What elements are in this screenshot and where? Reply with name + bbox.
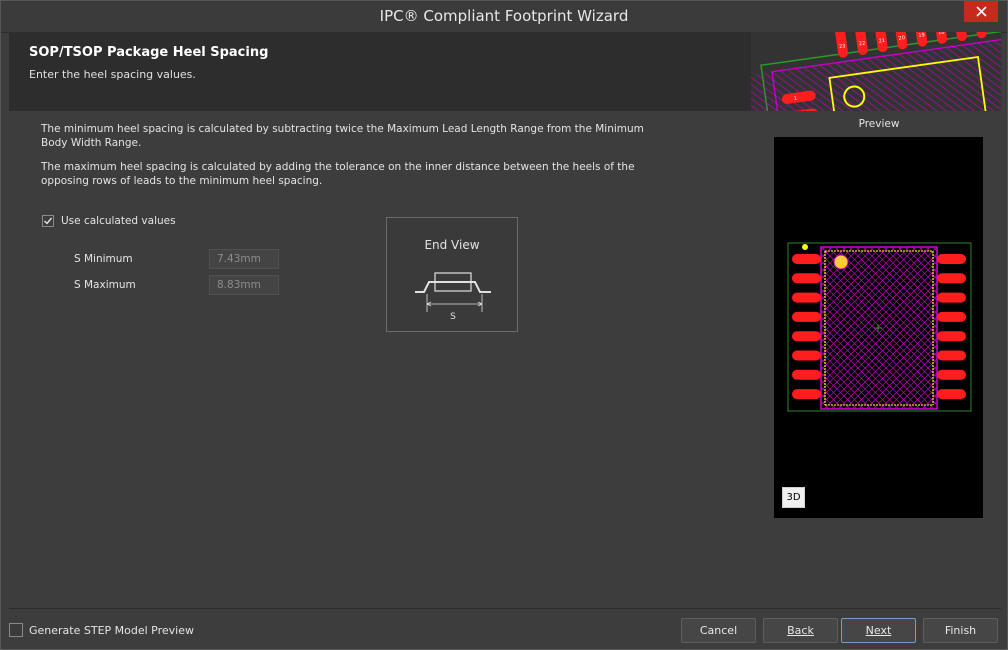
back-button[interactable]: Back <box>763 618 838 643</box>
right-pad <box>937 350 966 361</box>
use-calculated-label: Use calculated values <box>61 215 176 227</box>
right-pad <box>937 311 966 322</box>
right-pad <box>937 331 966 342</box>
art-pad-label: 22 <box>859 41 866 48</box>
wizard-content: The minimum heel spacing is calculated b… <box>9 111 1001 609</box>
s-minimum-label: S Minimum <box>74 253 133 265</box>
preview-label: Preview <box>858 118 900 130</box>
right-pad <box>937 254 966 264</box>
left-pad <box>792 273 821 284</box>
cancel-button-label: Cancel <box>699 624 738 637</box>
s-maximum-input[interactable]: 8.83mm <box>209 275 279 295</box>
left-pad <box>792 389 821 400</box>
step-preview-checkbox[interactable] <box>9 623 23 637</box>
left-pad <box>792 331 821 342</box>
preview-canvas[interactable]: 3D <box>774 137 983 518</box>
cancel-button[interactable]: Cancel <box>681 618 756 643</box>
end-view-title: End View <box>424 238 480 252</box>
art-pad-label: 21 <box>878 38 885 45</box>
left-pad <box>792 350 821 361</box>
left-pad <box>792 292 821 303</box>
finish-button[interactable]: Finish <box>923 618 998 643</box>
window-title: IPC® Compliant Footprint Wizard <box>379 7 629 25</box>
wizard-header: SOP/TSOP Package Heel Spacing Enter the … <box>9 32 1001 111</box>
end-view-panel: End View S <box>386 217 518 332</box>
right-pad <box>937 292 966 303</box>
title-bar: IPC® Compliant Footprint Wizard <box>1 1 1007 33</box>
finish-button-label: Finish <box>944 624 977 637</box>
next-button[interactable]: Next <box>841 618 916 643</box>
use-calculated-checkbox-row[interactable]: Use calculated values <box>42 215 176 227</box>
close-icon <box>975 6 987 17</box>
toggle-3d-button[interactable]: 3D <box>782 487 805 508</box>
description-max: The maximum heel spacing is calculated b… <box>41 161 635 187</box>
right-pad <box>937 369 966 380</box>
use-calculated-checkbox[interactable] <box>42 215 54 227</box>
art-pad-label: 23 <box>839 43 846 50</box>
close-button[interactable] <box>964 1 998 22</box>
right-pad <box>937 389 966 400</box>
art-pad-label: 19 <box>918 32 925 39</box>
pin1-marker <box>833 254 849 270</box>
left-pad <box>792 369 821 380</box>
page-title: SOP/TSOP Package Heel Spacing <box>29 45 269 60</box>
s-maximum-label: S Maximum <box>74 279 136 291</box>
left-pad <box>792 311 821 322</box>
art-pad-label: 20 <box>898 35 905 42</box>
left-pad <box>792 254 821 264</box>
step-preview-label: Generate STEP Model Preview <box>29 623 194 637</box>
s-minimum-input[interactable]: 7.43mm <box>209 249 279 269</box>
check-icon <box>44 217 53 225</box>
end-view-diagram: S <box>415 272 491 322</box>
next-button-label: Next <box>865 624 892 637</box>
wizard-window: IPC® Compliant Footprint Wizard SOP/TSOP… <box>0 0 1008 650</box>
right-pad <box>937 273 966 284</box>
end-view-dimension-label: S <box>450 312 456 322</box>
back-button-label: Back <box>787 624 814 637</box>
footprint-preview <box>787 242 972 412</box>
page-subtitle: Enter the heel spacing values. <box>29 68 196 81</box>
description-min: The minimum heel spacing is calculated b… <box>41 123 644 149</box>
header-footprint-art: 232221201918171612 <box>751 32 1001 111</box>
step-preview-checkbox-row[interactable]: Generate STEP Model Preview <box>9 623 194 637</box>
